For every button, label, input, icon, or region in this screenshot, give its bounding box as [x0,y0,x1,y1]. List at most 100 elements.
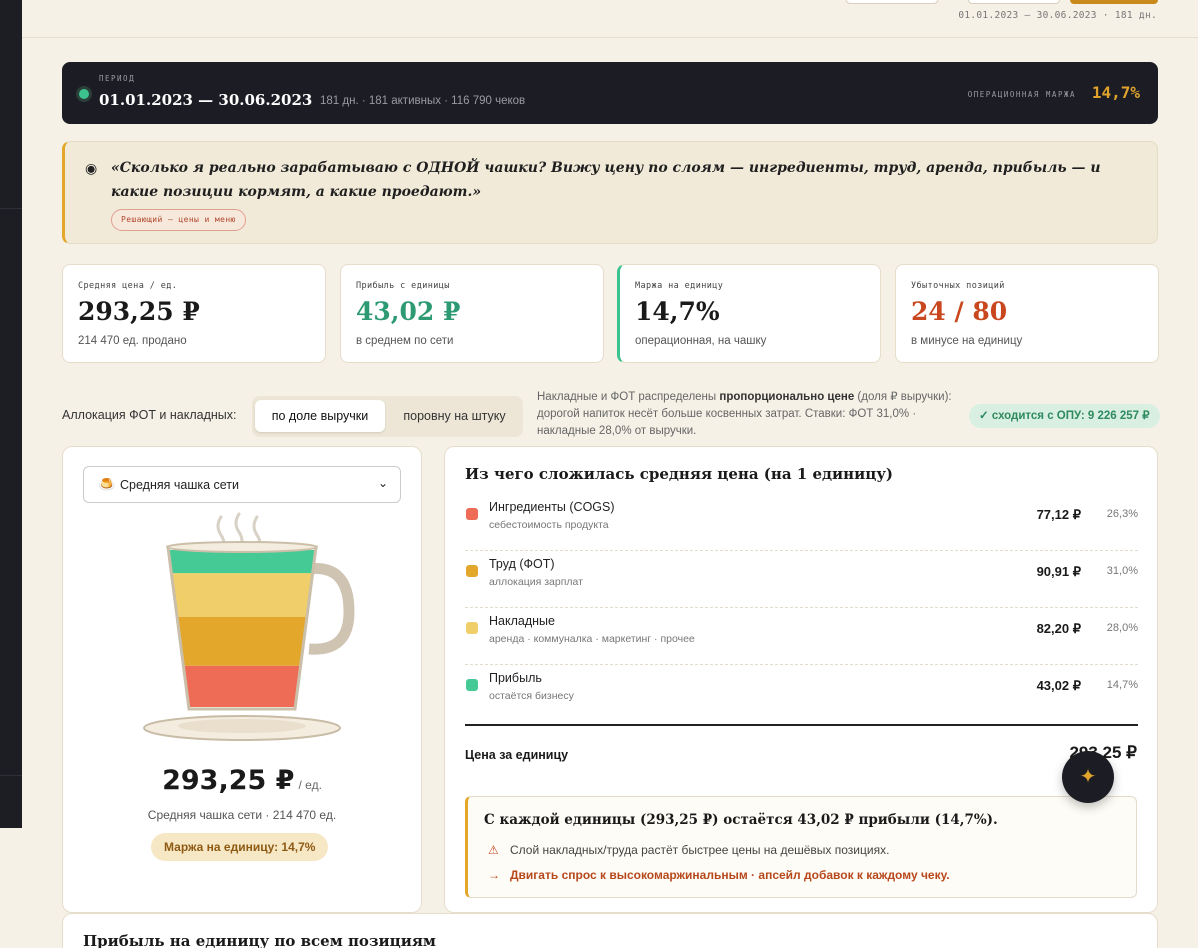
kpi-label: Прибыль с единицы [356,281,450,291]
cup-handle [308,563,355,655]
layer-value: 43,02 ₽ [1036,678,1081,693]
cup-illustration [143,512,355,741]
period-bar: ПЕРИОД 01.01.2023 — 30.06.2023 181 дн. ·… [62,62,1158,124]
cup-layers [169,550,315,707]
allocation-label: Аллокация ФОТ и накладных: [62,408,237,422]
allocation-note: Накладные и ФОТ распределены пропорциона… [537,389,952,440]
layer-swatch [466,679,478,691]
kpi-value: 24 / 80 [911,297,1008,326]
cup-layer [169,550,315,574]
kpi-value: 14,7% [635,297,720,326]
top-bar: 01.01.2023 — 30.06.2023 · 181 дн. [22,0,1198,38]
status-dot-icon [79,89,89,99]
layer-pct: 14,7% [1106,679,1138,691]
breakdown-row: Накладные аренда · коммуналка · маркетин… [465,608,1138,665]
cup-price: 293,25 ₽ / ед. [63,765,421,796]
layer-value: 77,12 ₽ [1036,507,1081,522]
reconciliation-badge: ✓ сходится с ОПУ: 9 226 257 ₽ [969,404,1160,428]
cup-layer [171,573,313,618]
kpi-sub: операционная, на чашку [635,335,767,347]
cup-price-value: 293,25 ₽ [162,765,295,796]
kpi-label: Средняя цена / ед. [78,281,178,291]
period-meta: 181 дн. · 181 активных · 116 790 чеков [320,95,526,107]
kpi-label: Маржа на единицу [635,281,724,291]
kpi-profit-per-unit: Прибыль с единицы 43,02 ₽ в среднем по с… [340,264,604,363]
kpi-margin-per-unit: Маржа на единицу 14,7% операционная, на … [617,264,881,363]
kpi-avg-price: Средняя цена / ед. 293,25 ₽ 214 470 ед. … [62,264,326,363]
chevron-down-icon: ⌄ [377,476,388,490]
insight-warning-text: Слой накладных/труда растёт быстрее цены… [510,843,890,857]
layer-sub: себестоимость продукта [489,519,609,531]
period-dates: 01.01.2023 — 30.06.2023 [99,91,313,109]
cup-rim [166,541,318,553]
cup-layer [177,617,307,666]
header-period-range: 01.01.2023 — 30.06.2023 · 181 дн. [958,10,1157,21]
layer-sub: аренда · коммуналка · маркетинг · прочее [489,633,695,645]
layer-pct: 26,3% [1106,508,1138,520]
layer-pct: 31,0% [1106,565,1138,577]
product-select[interactable]: 🍮 Средняя чашка сети ⌄ [83,466,401,503]
layer-swatch [466,565,478,577]
kpi-sub: в минусе на единицу [911,335,1023,347]
allocation-option-per-unit[interactable]: поровну на штуку [389,400,520,432]
layer-sub: остаётся бизнесу [489,690,574,702]
saucer-inner [178,719,306,733]
allocation-note-bold: пропорционально цене [719,391,855,403]
period-label: ПЕРИОД [99,74,136,83]
top-button[interactable] [846,0,938,4]
profit-per-unit-title: Прибыль на единицу по всем позициям [83,932,436,948]
cup-margin-badge: Маржа на единицу: 14,7% [151,833,329,861]
layer-name: Прибыль [489,671,542,685]
kpi-label: Убыточных позиций [911,281,1005,291]
cup-card: 🍮 Средняя чашка сети ⌄ 293,25 ₽ / ед. Сре… [62,446,422,913]
layer-name: Труд (ФОТ) [489,557,555,571]
layer-name: Ингредиенты (COGS) [489,500,615,514]
top-button[interactable] [968,0,1060,4]
insight-action: → Двигать спрос к высокомаржинальным · ап… [488,868,950,882]
kpi-value: 293,25 ₽ [78,297,200,326]
cup-price-unit: / ед. [298,778,322,792]
layer-name: Накладные [489,614,555,628]
breakdown-title: Из чего сложилась средняя цена (на 1 еди… [465,465,894,483]
assistant-fab-button[interactable]: ✦ [1062,751,1114,803]
sidebar-divider [0,208,22,209]
breakdown-row: Труд (ФОТ) аллокация зарплат 90,91 ₽ 31,… [465,551,1138,608]
breakdown-row: Прибыль остаётся бизнесу 43,02 ₽ 14,7% [465,665,1138,722]
allocation-toggle: по доле выручки поровну на штуку [252,396,523,437]
operating-margin-value: 14,7% [1091,83,1140,102]
sidebar-edge [0,0,22,828]
top-accent-button[interactable] [1070,0,1158,4]
kpi-sub: в среднем по сети [356,335,454,347]
kpi-value: 43,02 ₽ [356,297,461,326]
allocation-note-text: Накладные и ФОТ распределены [537,391,720,403]
insight-warning: ⚠ Слой накладных/труда растёт быстрее цен… [488,843,889,857]
sidebar-divider [0,775,22,776]
layer-swatch [466,622,478,634]
total-label: Цена за единицу [465,748,569,762]
cup-layer [183,665,301,707]
insight-action-text: Двигать спрос к высокомаржинальным · апс… [510,868,950,882]
quote-text: «Сколько я реально зарабатываю с ОДНОЙ ч… [111,160,1101,200]
price-breakdown-card: Из чего сложилась средняя цена (на 1 еди… [444,446,1158,913]
insight-title: С каждой единицы (293,25 ₽) остаётся 43,… [484,812,998,828]
kpi-sub: 214 470 ед. продано [78,335,187,347]
total-divider [465,724,1138,726]
arrow-right-icon: → [488,868,500,882]
profit-per-unit-card: Прибыль на единицу по всем позициям [62,913,1158,948]
layer-value: 82,20 ₽ [1036,621,1081,636]
layer-pct: 28,0% [1106,622,1138,634]
warning-icon: ⚠ [488,843,499,857]
layer-swatch [466,508,478,520]
sparkle-icon: ✦ [1079,766,1097,788]
persona-quote: ◉ «Сколько я реально зарабатываю с ОДНОЙ… [62,141,1158,244]
layer-sub: аллокация зарплат [489,576,583,588]
product-select-value: Средняя чашка сети [120,478,240,492]
insight-box: С каждой единицы (293,25 ₽) остаётся 43,… [465,796,1137,898]
target-icon: ◉ [85,160,98,176]
layer-value: 90,91 ₽ [1036,564,1081,579]
allocation-option-revenue[interactable]: по доле выручки [255,400,385,432]
operating-margin-label: ОПЕРАЦИОННАЯ МАРЖА [967,90,1076,99]
kpi-loss-positions: Убыточных позиций 24 / 80 в минусе на ед… [895,264,1159,363]
breakdown-row: Ингредиенты (COGS) себестоимость продукт… [465,494,1138,551]
persona-tag: Решающий — цены и меню [111,209,246,231]
